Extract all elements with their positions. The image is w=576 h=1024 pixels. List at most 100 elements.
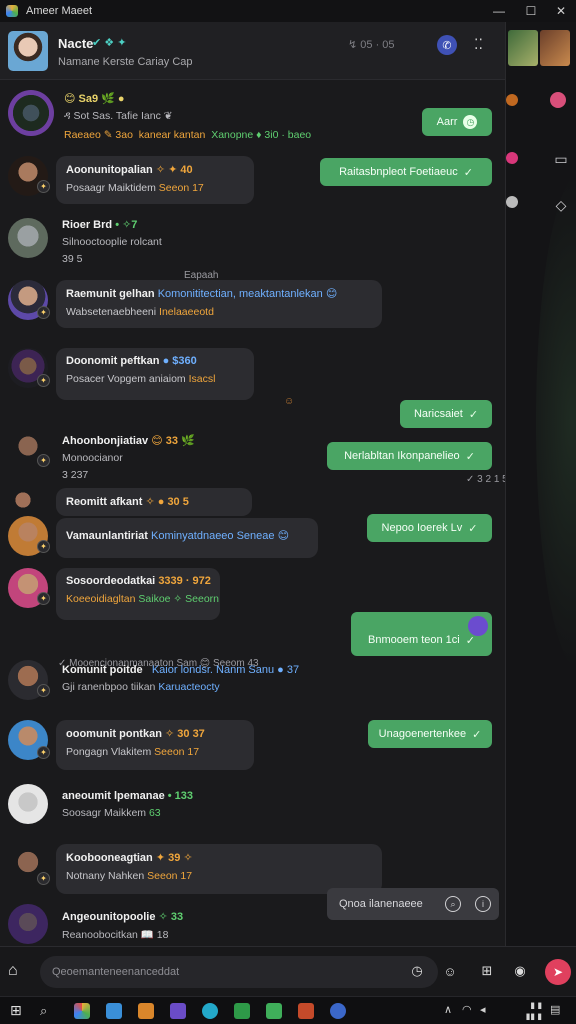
app-icon[interactable] — [170, 1003, 186, 1019]
app-icon[interactable] — [138, 1003, 154, 1019]
message-row: 😊 Sa9 🌿 ● ዳ Sot Sas. Tafie Ianc ❦ Raeaeo… — [0, 86, 505, 156]
message-row: ✦ Sosoordeodatkai 3339 · 972 Koeeoidiagl… — [0, 566, 505, 669]
clock[interactable]: ▮ ▮ ▮▮ ▮ — [508, 1000, 542, 1022]
emoji-icon[interactable]: ☺ — [441, 962, 459, 980]
avatar[interactable] — [8, 904, 48, 944]
incoming-bubble[interactable]: Koobooneagtian ✦ 39 ✧ Notnany Nahken See… — [56, 844, 382, 894]
message-content: Komunit poitde Kaior londsr. Nanm Sanu ●… — [62, 664, 300, 693]
app-icon[interactable] — [234, 1003, 250, 1019]
message-row: ✦ Doonomit peftkan ● $360 Posacer Vopgem… — [0, 344, 505, 407]
app-icon[interactable] — [266, 1003, 282, 1019]
message-meta: Raeaeo ✎ 3ao kanear kantan Xanopne ♦ 3i0… — [64, 129, 312, 141]
phone-icon[interactable]: ✆ — [437, 35, 457, 55]
status-dot — [506, 94, 518, 106]
avatar[interactable] — [8, 488, 38, 518]
minimize-button[interactable]: — — [482, 0, 516, 22]
incoming-bubble[interactable]: ooomunit pontkan ✧ 30 37 Pongagn Vlakite… — [56, 720, 254, 770]
tag-icon[interactable]: ◇ — [552, 196, 570, 214]
incoming-bubble[interactable]: Doonomit peftkan ● $360 Posacer Vopgem a… — [56, 348, 254, 400]
sender-name: 😊 Sa9 🌿 ● — [64, 93, 125, 105]
status-badge: ✦ — [37, 746, 50, 759]
message-row: Rioer Brd • ✧7 Silnooctooplie rolcant 39… — [0, 214, 505, 274]
message-text: ዳ Sot Sas. Tafie Ianc ❦ — [64, 110, 173, 122]
start-icon[interactable]: ⊞ — [10, 1002, 22, 1019]
outgoing-bubble[interactable]: Nepoo Ioerek Lv ✓ — [367, 514, 492, 542]
app-icon[interactable] — [298, 1003, 314, 1019]
avatar[interactable] — [8, 784, 48, 824]
quick-reply-popover[interactable]: Qnoa ilanenaeee ⌕ i — [327, 888, 499, 920]
incoming-bubble[interactable]: Reomitt afkant ✧ ● 30 5 — [56, 488, 252, 516]
background-art — [536, 172, 576, 672]
media-thumbnail[interactable] — [508, 30, 538, 66]
clock-icon: ◷ — [463, 115, 478, 129]
status-badge: ✦ — [37, 374, 50, 387]
app-icon[interactable] — [202, 1003, 218, 1019]
message-content: 😊 Sa9 🌿 ● ዳ Sot Sas. Tafie Ianc ❦ Raeaeo… — [64, 92, 311, 141]
status-dot — [506, 152, 518, 164]
chat-name[interactable]: Nacte — [58, 36, 93, 51]
outgoing-bubble[interactable]: Raitasbnpleot Foetiaeuc ✓ — [320, 158, 492, 186]
chat-avatar[interactable] — [8, 31, 48, 71]
timer-icon[interactable]: ◷ — [408, 962, 426, 980]
status-badge: ✦ — [37, 872, 50, 885]
info-icon[interactable]: i — [475, 896, 491, 912]
status-badge: ✦ — [37, 592, 50, 605]
message-row: ✦ Raemunit gelhan Komonititectian, meakt… — [0, 276, 505, 336]
incoming-bubble[interactable]: Aoonunitopalian ✧ ✦ 40 Posaagr Maiktidem… — [56, 156, 254, 204]
message-row: ✦ Komunit poitde Kaior londsr. Nanm Sanu… — [0, 658, 505, 718]
reaction-icon[interactable] — [468, 616, 488, 636]
incoming-bubble[interactable]: Sosoordeodatkai 3339 · 972 Koeeoidiaglta… — [56, 568, 220, 620]
status-badge: ✦ — [37, 684, 50, 697]
taskbar: ⊞ ⌕ ∧ ◠ ◂ ▮ ▮ ▮▮ ▮ ▤ — [0, 996, 576, 1024]
message-content: Rioer Brd • ✧7 Silnooctooplie rolcant 39… — [62, 219, 162, 265]
message-content: Angeounitopoolie ✧ 33 Reanoobocitkan 📖 1… — [62, 911, 184, 941]
attach-icon[interactable]: ⌕ — [445, 896, 461, 912]
home-icon[interactable]: ⌂ — [8, 962, 18, 980]
avatar[interactable] — [8, 90, 54, 136]
message-input[interactable]: Qeoemanteneenanceddat — [40, 956, 438, 988]
status-dot — [550, 92, 566, 108]
volume-icon[interactable]: ◂ — [480, 1003, 486, 1016]
avatar[interactable] — [8, 218, 48, 258]
status-badge: ✦ — [37, 180, 50, 193]
app-icon[interactable] — [330, 1003, 346, 1019]
outgoing-bubble[interactable]: Naricsaiet ✓ — [400, 400, 492, 428]
composer-bar: ⌂ Qeoemanteneenanceddat ◷ ☺ ⊞ ◉ ➤ — [0, 946, 576, 996]
side-pane: ▭ ◇ — [506, 22, 576, 946]
window-title: Ameer Maeet — [26, 5, 93, 17]
verified-badges: ✔ ❖ ✦ — [92, 37, 127, 49]
close-button[interactable]: ✕ — [544, 0, 576, 22]
sender-name: Aoonunitopalian — [66, 164, 153, 176]
outgoing-bubble[interactable]: Nerlabltan Ikonpanelieo ✓ — [327, 442, 492, 470]
incoming-bubble[interactable]: Vamaunlantiriat Kominyatdnaeeo Seneae 😊 — [56, 518, 318, 558]
search-icon[interactable]: ⌕ — [40, 1003, 47, 1019]
maximize-button[interactable]: ☐ — [514, 0, 548, 22]
browser-icon[interactable] — [74, 1003, 90, 1019]
files-icon[interactable] — [106, 1003, 122, 1019]
media-thumbnail[interactable] — [540, 30, 570, 66]
app-window: Ameer Maeet — ☐ ✕ Nacte ✔ ❖ ✦ Namane Ker… — [0, 0, 576, 1024]
reaction-icon: ☺ — [284, 396, 295, 407]
outgoing-bubble[interactable]: Aarr ◷ — [422, 108, 492, 136]
notification-icon[interactable]: ▤ — [550, 1003, 560, 1016]
outgoing-bubble[interactable]: Unagoenertenkee ✓ — [368, 720, 492, 748]
incoming-bubble[interactable]: Raemunit gelhan Komonititectian, meaktan… — [56, 280, 382, 328]
grid-icon[interactable]: ⁚⁚ — [474, 36, 483, 53]
read-receipts: ✓ 3 2 1 5 — [466, 474, 506, 485]
message-row: aneoumit lpemanae • 133 Soosagr Maikkem … — [0, 782, 505, 842]
message-row: ✦ Ahoonbonjiatiav 😊 33 🌿 Monoocianor 3 2… — [0, 428, 506, 488]
add-media-icon[interactable]: ⊞ — [478, 962, 496, 980]
message-content: Ahoonbonjiatiav 😊 33 🌿 Monoocianor 3 237 — [62, 435, 195, 481]
chat-meta: ↯ 05 · 05 — [348, 39, 395, 51]
sticker-icon[interactable]: ◉ — [511, 962, 529, 980]
send-button[interactable]: ➤ — [545, 959, 571, 985]
status-dot — [506, 196, 518, 208]
window-icon[interactable]: ▭ — [552, 150, 570, 168]
network-icon[interactable]: ◠ — [462, 1003, 472, 1016]
chevron-up-icon[interactable]: ∧ — [444, 1003, 452, 1016]
app-logo-icon — [6, 5, 18, 17]
status-badge: ✦ — [37, 306, 50, 319]
message-row: ✦ ooomunit pontkan ✧ 30 37 Pongagn Vlaki… — [0, 716, 505, 776]
chat-header: Nacte ✔ ❖ ✦ Namane Kerste Cariay Cap ↯ 0… — [0, 22, 505, 80]
chat-pane: Nacte ✔ ❖ ✦ Namane Kerste Cariay Cap ↯ 0… — [0, 22, 506, 946]
